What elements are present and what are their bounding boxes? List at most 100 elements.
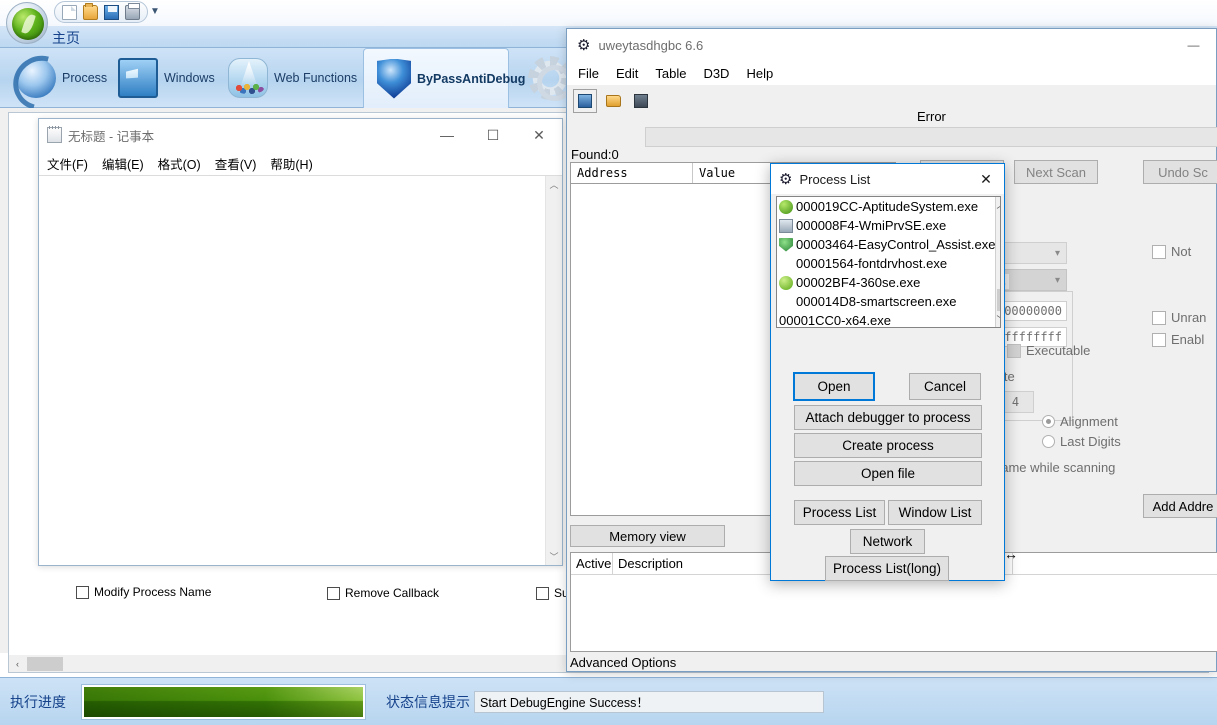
process-list-long-button[interactable]: Process List(long) bbox=[825, 556, 949, 581]
process-list-scrollbar[interactable]: ︿ ﹀ bbox=[995, 197, 1000, 327]
ribbon-item-process[interactable]: Process bbox=[6, 48, 117, 108]
dialog-title-text: Process List bbox=[799, 171, 871, 187]
menu-item-format[interactable]: 格式(O) bbox=[158, 154, 201, 173]
close-button[interactable]: ✕ bbox=[516, 119, 562, 151]
memory-view-button[interactable]: Memory view bbox=[570, 525, 725, 547]
close-icon[interactable]: ✕ bbox=[968, 164, 1004, 194]
checkbox-box bbox=[536, 586, 549, 600]
cheat-engine-icon: ⚙ bbox=[577, 36, 591, 54]
minimize-button[interactable]: — bbox=[1171, 29, 1216, 61]
scroll-up-icon[interactable]: ︿ bbox=[549, 178, 558, 191]
list-item[interactable]: 000008F4-WmiPrvSE.exe bbox=[777, 216, 995, 235]
open-button[interactable]: Open bbox=[793, 372, 875, 401]
process-icon bbox=[779, 199, 793, 214]
notepad-text-area[interactable] bbox=[39, 176, 545, 565]
radio-alignment[interactable]: Alignment bbox=[1042, 414, 1118, 429]
chevron-down-icon: ▾ bbox=[1054, 247, 1060, 259]
notepad-vertical-scrollbar[interactable]: ︿ ﹀ bbox=[545, 176, 562, 565]
checkbox-executable[interactable]: Executable bbox=[1007, 343, 1090, 358]
menu-item-file[interactable]: File bbox=[578, 66, 599, 81]
menu-item-edit[interactable]: Edit bbox=[616, 66, 638, 81]
checkbox-box bbox=[327, 586, 340, 600]
progress-fill bbox=[84, 686, 363, 717]
maximize-button[interactable]: ☐ bbox=[470, 119, 516, 151]
checkbox-unrandomizer[interactable]: Unran bbox=[1152, 310, 1206, 325]
undo-scan-button[interactable]: Undo Sc bbox=[1143, 160, 1217, 184]
application-orb-button[interactable] bbox=[6, 2, 48, 44]
tab-home[interactable]: 主页 bbox=[52, 28, 80, 48]
open-file-icon[interactable] bbox=[601, 89, 625, 113]
orb-glyph bbox=[12, 8, 44, 40]
scroll-down-icon[interactable]: ﹀ bbox=[996, 313, 1000, 326]
notepad-title-bar[interactable]: 无标题 - 记事本 — ☐ ✕ bbox=[39, 119, 562, 151]
open-process-icon[interactable] bbox=[573, 89, 597, 113]
checkbox-not[interactable]: Not bbox=[1152, 244, 1191, 259]
ribbon-item-web-functions[interactable]: Web Functions bbox=[218, 48, 367, 108]
scroll-up-icon[interactable]: ︿ bbox=[996, 198, 1000, 211]
menu-item-edit[interactable]: 编辑(E) bbox=[102, 154, 144, 173]
list-item[interactable]: 00002BF4-360se.exe bbox=[777, 273, 995, 292]
network-button[interactable]: Network bbox=[850, 529, 925, 554]
new-icon[interactable] bbox=[62, 4, 77, 20]
status-bar: 执行进度 状态信息提示 Start DebugEngine Success！ bbox=[0, 677, 1217, 725]
scrollbar-thumb[interactable] bbox=[997, 289, 1000, 311]
process-icon bbox=[779, 257, 793, 271]
checkbox-label: Unran bbox=[1171, 310, 1207, 325]
customize-quick-access-icon[interactable]: ▼ bbox=[150, 6, 160, 17]
window-list-button[interactable]: Window List bbox=[888, 500, 982, 525]
cheat-engine-title-bar[interactable]: ⚙ uweytasdhgbc 6.6 — bbox=[567, 29, 1216, 61]
menu-item-help[interactable]: Help bbox=[746, 66, 773, 81]
scroll-left-icon[interactable]: ‹ bbox=[9, 656, 26, 672]
menu-item-table[interactable]: Table bbox=[655, 66, 686, 81]
ribbon-item-bypassantidebug[interactable]: ByPassAntiDebug bbox=[363, 48, 525, 108]
notepad-title-text: 无标题 - 记事本 bbox=[68, 129, 155, 144]
checkbox-modify-process-name[interactable]: Modify Process Name bbox=[76, 585, 211, 599]
save-file-icon[interactable] bbox=[629, 89, 653, 113]
menu-item-file[interactable]: 文件(F) bbox=[47, 154, 88, 173]
advanced-options-label[interactable]: Advanced Options bbox=[570, 655, 676, 670]
create-process-button[interactable]: Create process bbox=[794, 433, 982, 458]
menu-item-help[interactable]: 帮助(H) bbox=[270, 154, 312, 173]
dialog-title-bar[interactable]: ⚙ Process List ✕ bbox=[771, 164, 1004, 194]
column-header-address[interactable]: Address bbox=[571, 163, 693, 183]
list-item[interactable]: ⚙ 00001CC0-x64.exe bbox=[777, 311, 995, 328]
web-functions-icon bbox=[228, 58, 268, 98]
open-file-button[interactable]: Open file bbox=[794, 461, 982, 486]
process-name: 000014D8-smartscreen.exe bbox=[796, 294, 957, 309]
checkbox-speedhack[interactable]: Enabl bbox=[1152, 332, 1204, 347]
process-list-dialog[interactable]: ⚙ Process List ✕ 000019CC-AptitudeSystem… bbox=[770, 163, 1005, 581]
list-item[interactable]: 000019CC-AptitudeSystem.exe bbox=[777, 197, 995, 216]
process-name: 00001CC0-x64.exe bbox=[779, 313, 892, 328]
list-item[interactable]: 000014D8-smartscreen.exe bbox=[777, 292, 995, 311]
add-address-button[interactable]: Add Addre bbox=[1143, 494, 1217, 518]
process-listbox[interactable]: 000019CC-AptitudeSystem.exe 000008F4-Wmi… bbox=[776, 196, 1001, 328]
save-icon[interactable] bbox=[104, 4, 119, 20]
chevron-down-icon: ▾ bbox=[1054, 274, 1060, 286]
leaf-icon bbox=[21, 13, 36, 35]
radio-last-digits[interactable]: Last Digits bbox=[1042, 434, 1121, 449]
attach-debugger-button[interactable]: Attach debugger to process bbox=[794, 405, 982, 430]
list-item[interactable]: 00001564-fontdrvhost.exe bbox=[777, 254, 995, 273]
print-icon[interactable] bbox=[125, 2, 140, 20]
process-name: 000019CC-AptitudeSystem.exe bbox=[796, 199, 979, 214]
list-item[interactable]: 00003464-EasyControl_Assist.exe bbox=[777, 235, 995, 254]
open-icon[interactable] bbox=[83, 2, 98, 20]
checkbox-label: Remove Callback bbox=[345, 586, 440, 600]
error-field bbox=[645, 127, 1217, 147]
cancel-button[interactable]: Cancel bbox=[909, 373, 981, 400]
checkbox-remove-callback[interactable]: Remove Callback bbox=[327, 586, 439, 600]
scrollbar-thumb[interactable] bbox=[27, 656, 63, 671]
progress-label: 执行进度 bbox=[10, 693, 66, 710]
next-scan-button[interactable]: Next Scan bbox=[1014, 160, 1098, 184]
column-header-active[interactable]: Active bbox=[571, 553, 613, 574]
quick-access-group bbox=[54, 1, 148, 23]
notepad-window[interactable]: 无标题 - 记事本 — ☐ ✕ 文件(F) 编辑(E) 格式(O) 查看(V) … bbox=[38, 118, 563, 566]
scroll-down-icon[interactable]: ﹀ bbox=[549, 550, 558, 563]
menu-item-d3d[interactable]: D3D bbox=[703, 66, 729, 81]
menu-item-view[interactable]: 查看(V) bbox=[215, 154, 257, 173]
notepad-window-controls: — ☐ ✕ bbox=[424, 119, 562, 151]
ribbon-item-windows[interactable]: Windows bbox=[108, 48, 225, 108]
checkbox-box bbox=[1007, 343, 1021, 358]
process-list-button[interactable]: Process List bbox=[794, 500, 885, 525]
minimize-button[interactable]: — bbox=[424, 119, 470, 151]
